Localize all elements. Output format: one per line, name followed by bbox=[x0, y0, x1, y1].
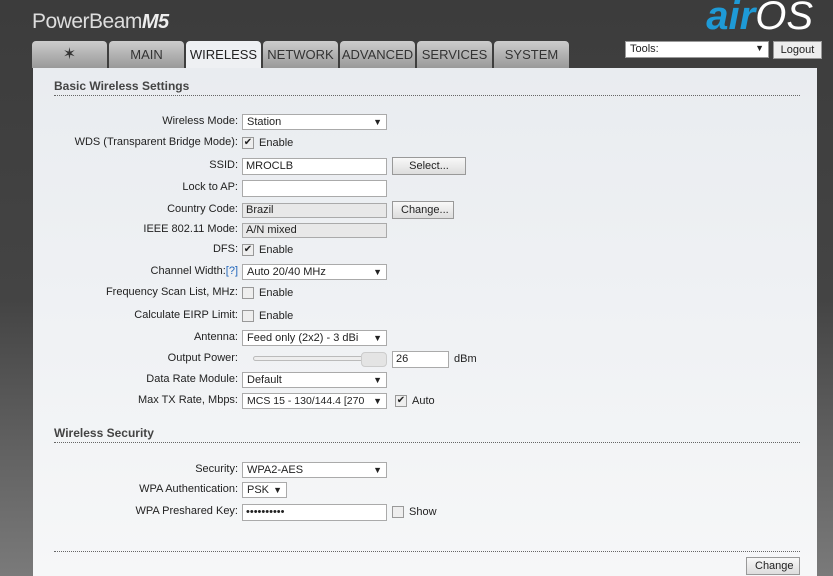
model-label: M5 bbox=[141, 11, 169, 33]
label-channel-width: Channel Width:[?] bbox=[151, 265, 238, 277]
tools-select[interactable]: Tools: ▼ bbox=[625, 41, 769, 58]
wpa-auth-value: PSK bbox=[247, 484, 270, 496]
tab-network[interactable]: NETWORK bbox=[263, 41, 338, 68]
dfs-checkbox[interactable]: ✔ bbox=[242, 244, 254, 256]
tab-services[interactable]: SERVICES bbox=[417, 41, 492, 68]
ssid-select-button[interactable]: Select... bbox=[392, 157, 466, 175]
wpa-auth-select[interactable]: PSK ▼ bbox=[242, 482, 287, 498]
tools-value: Tools: bbox=[630, 43, 659, 55]
main-tabs: ✶ MAIN WIRELESS NETWORK ADVANCED SERVICE… bbox=[32, 41, 569, 68]
dropdown-arrow-icon: ▼ bbox=[373, 375, 382, 385]
output-power-slider[interactable] bbox=[253, 352, 387, 367]
show-key-text: Show bbox=[409, 506, 437, 518]
security-value: WPA2-AES bbox=[247, 464, 304, 476]
slider-thumb[interactable] bbox=[361, 352, 387, 367]
ubiquiti-logo-icon: ✶ bbox=[62, 46, 77, 63]
content-panel: Basic Wireless Settings Wireless Mode: St… bbox=[33, 68, 817, 576]
output-power-input[interactable]: 26 bbox=[392, 350, 449, 368]
max-tx-select[interactable]: MCS 15 - 130/144.4 [270 ▼ bbox=[242, 393, 387, 409]
output-power-unit: dBm bbox=[454, 353, 477, 365]
lock-ap-input[interactable] bbox=[242, 179, 387, 197]
change-button[interactable]: Change bbox=[746, 557, 800, 575]
section-title-security: Wireless Security bbox=[54, 426, 800, 443]
tab-home[interactable]: ✶ bbox=[32, 41, 107, 68]
freq-scan-enable-text: Enable bbox=[259, 287, 294, 299]
wds-enable-text: Enable bbox=[259, 137, 294, 149]
channel-width-select[interactable]: Auto 20/40 MHz ▼ bbox=[242, 264, 387, 280]
tab-wireless[interactable]: WIRELESS bbox=[186, 41, 261, 68]
dropdown-arrow-icon: ▼ bbox=[373, 117, 382, 127]
logo-os: OS bbox=[755, 0, 813, 38]
logout-button[interactable]: Logout bbox=[773, 41, 822, 59]
psk-input[interactable]: •••••••••• bbox=[242, 503, 387, 521]
data-rate-select[interactable]: Default ▼ bbox=[242, 372, 387, 388]
wireless-mode-value: Station bbox=[247, 116, 282, 128]
antenna-select[interactable]: Feed only (2x2) - 3 dBi ▼ bbox=[242, 330, 387, 346]
label-wireless-mode: Wireless Mode: bbox=[162, 115, 238, 127]
divider bbox=[54, 551, 800, 552]
label-antenna: Antenna: bbox=[193, 331, 238, 343]
max-tx-auto-checkbox[interactable]: ✔ bbox=[395, 395, 407, 407]
dropdown-arrow-icon: ▼ bbox=[373, 333, 382, 343]
channel-width-value: Auto 20/40 MHz bbox=[247, 266, 326, 278]
label-lock-ap: Lock to AP: bbox=[182, 181, 238, 193]
tab-advanced[interactable]: ADVANCED bbox=[340, 41, 415, 68]
product-label: PowerBeam bbox=[32, 10, 142, 33]
eirp-enable-text: Enable bbox=[259, 310, 294, 322]
label-output-power: Output Power: bbox=[167, 352, 238, 364]
label-ssid: SSID: bbox=[209, 159, 238, 171]
label-freq-scan: Frequency Scan List, MHz: bbox=[105, 286, 238, 298]
ssid-input[interactable]: MROCLB bbox=[242, 157, 387, 175]
dropdown-arrow-icon: ▼ bbox=[373, 267, 382, 277]
label-data-rate: Data Rate Module: bbox=[146, 373, 238, 385]
label-psk: WPA Preshared Key: bbox=[135, 505, 238, 517]
security-select[interactable]: WPA2-AES ▼ bbox=[242, 462, 387, 478]
label-dfs: DFS: bbox=[212, 243, 238, 255]
ieee-mode-field: A/N mixed bbox=[242, 222, 387, 238]
dropdown-arrow-icon: ▼ bbox=[373, 465, 382, 475]
wds-checkbox[interactable]: ✔ bbox=[242, 137, 254, 149]
max-tx-value: MCS 15 - 130/144.4 [270 bbox=[247, 395, 365, 407]
dropdown-arrow-icon: ▼ bbox=[273, 485, 282, 495]
product-name: PowerBeamM5 bbox=[32, 10, 169, 34]
country-change-button[interactable]: Change... bbox=[392, 201, 454, 219]
label-wpa-auth: WPA Authentication: bbox=[139, 483, 238, 495]
freq-scan-checkbox[interactable] bbox=[242, 287, 254, 299]
section-title-basic: Basic Wireless Settings bbox=[54, 79, 800, 96]
wireless-mode-select[interactable]: Station ▼ bbox=[242, 114, 387, 130]
antenna-value: Feed only (2x2) - 3 dBi bbox=[247, 332, 359, 344]
tab-main[interactable]: MAIN bbox=[109, 41, 184, 68]
label-ieee-mode: IEEE 802.11 Mode: bbox=[143, 223, 238, 235]
logo-air: air bbox=[706, 0, 756, 38]
dfs-enable-text: Enable bbox=[259, 244, 294, 256]
max-tx-auto-text: Auto bbox=[412, 395, 435, 407]
label-country: Country Code: bbox=[167, 203, 238, 215]
channel-width-help-link[interactable]: [?] bbox=[226, 265, 238, 277]
show-key-checkbox[interactable] bbox=[392, 506, 404, 518]
country-code-field: Brazil bbox=[242, 202, 387, 218]
label-security: Security: bbox=[195, 463, 238, 475]
data-rate-value: Default bbox=[247, 374, 282, 386]
channel-width-label-text: Channel Width: bbox=[150, 265, 226, 277]
dropdown-arrow-icon: ▼ bbox=[373, 394, 382, 408]
label-eirp: Calculate EIRP Limit: bbox=[134, 309, 238, 321]
eirp-checkbox[interactable] bbox=[242, 310, 254, 322]
dropdown-arrow-icon: ▼ bbox=[755, 43, 764, 53]
airos-logo: airOS bbox=[706, 0, 813, 39]
label-wds: WDS (Transparent Bridge Mode): bbox=[74, 136, 238, 148]
tab-system[interactable]: SYSTEM bbox=[494, 41, 569, 68]
label-max-tx: Max TX Rate, Mbps: bbox=[137, 394, 238, 406]
